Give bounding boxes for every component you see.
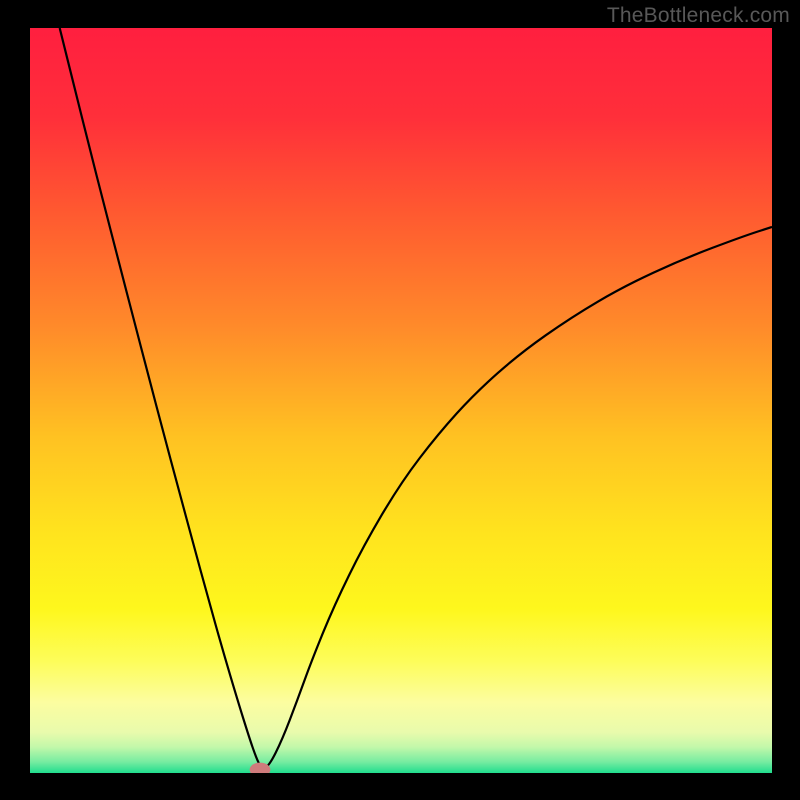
watermark-text: TheBottleneck.com	[607, 4, 790, 28]
chart-frame: TheBottleneck.com	[0, 0, 800, 800]
plot-area	[30, 28, 772, 773]
chart-svg	[30, 28, 772, 773]
gradient-background	[30, 28, 772, 773]
